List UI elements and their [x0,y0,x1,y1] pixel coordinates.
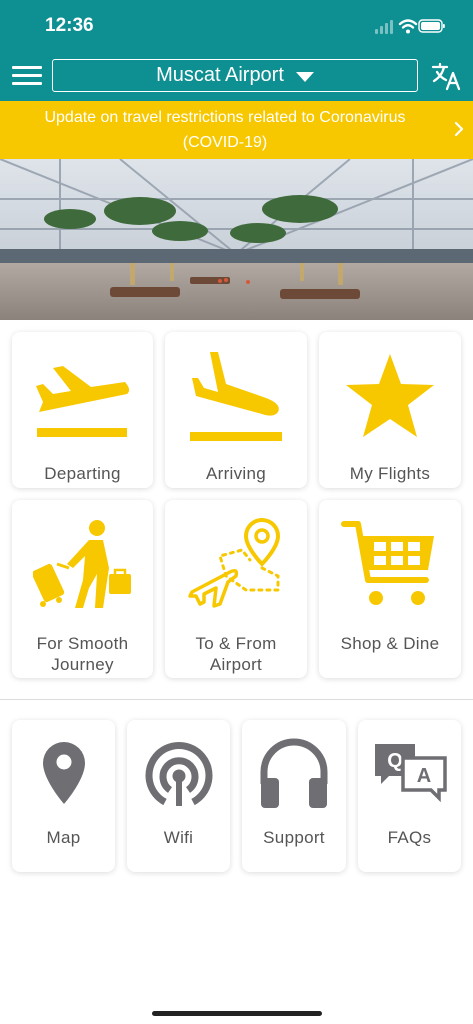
plane-departing-icon [35,366,129,437]
caret-down-icon [295,71,314,82]
translate-button[interactable] [430,60,462,92]
tile-label-line1: To & From [195,634,277,653]
airport-hero-image [0,159,473,320]
tile-faqs[interactable]: Q A FAQs [358,720,461,872]
chevron-right-icon [454,121,464,137]
tile-label: Departing [44,464,121,483]
headphones-icon [260,738,328,808]
tile-label-line2: Airport [209,655,263,674]
route-plane-icon [188,517,281,608]
wifi-icon [145,742,212,806]
tile-label: My Flights [349,464,431,483]
tile-label: Map [46,828,81,847]
shopping-cart-icon [341,521,434,605]
status-time: 12:36 [45,15,94,36]
hamburger-icon [12,66,42,69]
tile-label: Support [263,828,325,847]
tile-label: FAQs [387,828,432,847]
app-header: 12:36 Muscat Airport [0,0,473,101]
tile-smooth-journey[interactable]: For Smooth Journey [12,500,153,678]
svg-text:A: A [416,765,430,787]
tile-wifi[interactable]: Wifi [127,720,230,872]
battery-icon [418,19,445,33]
tile-label: Wifi [163,828,194,847]
tile-label-line2: Journey [51,655,114,674]
airport-selector[interactable]: Muscat Airport [52,59,418,92]
tile-support[interactable]: Support [242,720,346,872]
tile-label-line1: For Smooth [36,634,129,653]
svg-text:Q: Q [387,750,403,772]
status-icons [375,17,445,40]
tile-label: Arriving [205,464,267,483]
airport-name: Muscat Airport [156,64,284,86]
traveler-luggage-icon [32,520,131,608]
map-pin-icon [42,742,85,804]
section-divider [0,699,473,700]
tile-label: Shop & Dine [340,634,440,653]
tile-departing[interactable]: Departing [12,332,153,488]
signal-icon [375,20,393,34]
home-indicator[interactable] [152,1011,322,1016]
qa-bubbles-icon: Q A [374,744,447,802]
star-icon [346,354,434,437]
banner-text: Update on travel restrictions related to… [44,109,406,151]
translate-icon [431,62,461,91]
tile-map[interactable]: Map [12,720,115,872]
tile-shop-dine[interactable]: Shop & Dine [319,500,461,678]
tile-arriving[interactable]: Arriving [165,332,307,488]
covid-banner[interactable]: Update on travel restrictions related to… [0,101,473,159]
wifi-status-icon [398,19,418,29]
tile-to-from-airport[interactable]: To & From Airport [165,500,307,678]
menu-button[interactable] [12,66,42,88]
tile-my-flights[interactable]: My Flights [319,332,461,488]
plane-arriving-icon [190,352,282,441]
